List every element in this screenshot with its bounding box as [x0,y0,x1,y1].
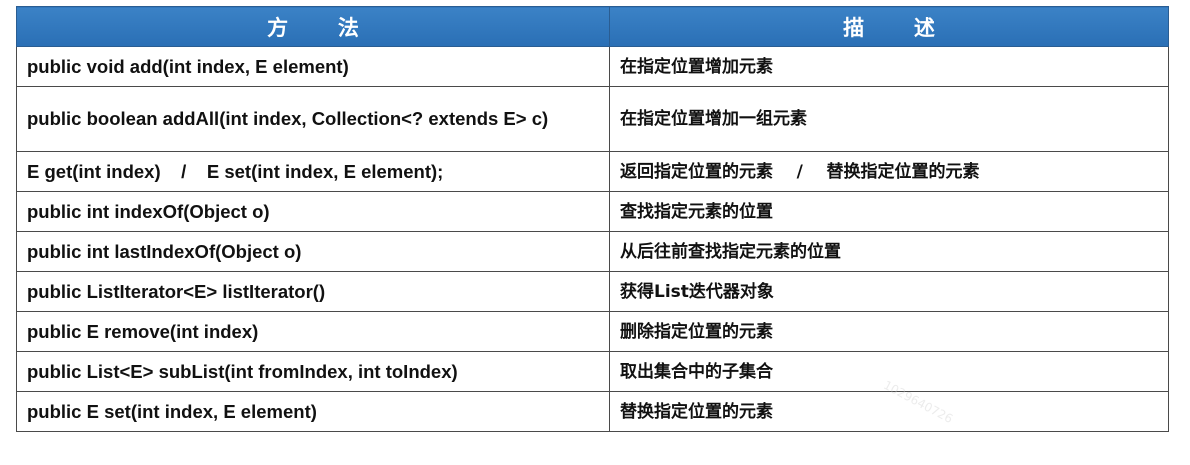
method-cell: public boolean addAll(int index, Collect… [16,86,610,152]
method-cell: public E remove(int index) [16,311,610,352]
header-description-label: 描 述 [843,16,957,40]
table-row: public E set(int index, E element) 替换指定位… [16,391,1169,432]
description-cell: 获得List迭代器对象 [609,271,1169,312]
method-cell: E get(int index) / E set(int index, E el… [16,151,610,192]
description-cell: 从后往前查找指定元素的位置 [609,231,1169,272]
table-row: public ListIterator<E> listIterator() 获得… [16,271,1169,312]
method-table: 方 法 描 述 public void add(int index, E ele… [16,6,1169,432]
description-cell: 返回指定位置的元素 / 替换指定位置的元素 [609,151,1169,192]
method-cell: public E set(int index, E element) [16,391,610,432]
method-cell: public void add(int index, E element) [16,46,610,87]
api-method-table: 方 法 描 述 public void add(int index, E ele… [16,6,1169,432]
table-row: E get(int index) / E set(int index, E el… [16,151,1169,192]
method-cell: public ListIterator<E> listIterator() [16,271,610,312]
table-header-row: 方 法 描 述 [16,6,1169,47]
header-method-label: 方 法 [267,16,381,40]
table-row: public int indexOf(Object o) 查找指定元素的位置 [16,191,1169,232]
description-cell: 在指定位置增加元素 [609,46,1169,87]
method-cell: public List<E> subList(int fromIndex, in… [16,351,610,392]
method-cell: public int lastIndexOf(Object o) [16,231,610,272]
method-cell: public int indexOf(Object o) [16,191,610,232]
description-cell: 替换指定位置的元素 [609,391,1169,432]
header-description: 描 述 [609,6,1169,47]
description-cell: 在指定位置增加一组元素 [609,86,1169,152]
table-row: public E remove(int index) 删除指定位置的元素 [16,311,1169,352]
header-method: 方 法 [16,6,610,47]
description-cell: 查找指定元素的位置 [609,191,1169,232]
table-row: public int lastIndexOf(Object o) 从后往前查找指… [16,231,1169,272]
description-cell: 删除指定位置的元素 [609,311,1169,352]
table-row: public boolean addAll(int index, Collect… [16,86,1169,152]
table-row: public void add(int index, E element) 在指… [16,46,1169,87]
table-row: public List<E> subList(int fromIndex, in… [16,351,1169,392]
